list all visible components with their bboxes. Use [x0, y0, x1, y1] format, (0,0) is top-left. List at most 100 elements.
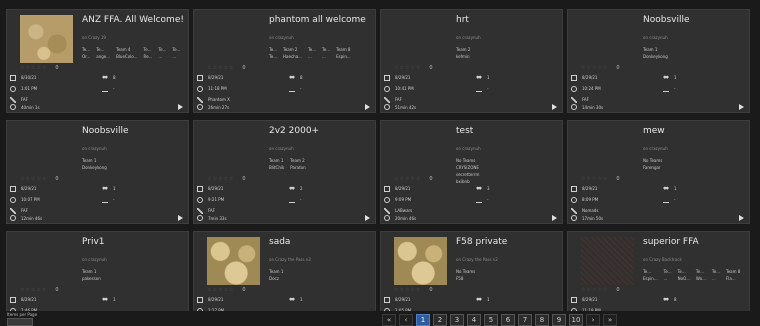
balance-value: -: [113, 86, 115, 91]
players-icon: [102, 74, 108, 81]
timer-icon: [384, 104, 390, 110]
page-button-10[interactable]: 10: [569, 314, 583, 326]
balance-icon: [476, 196, 482, 203]
play-icon[interactable]: [739, 104, 744, 110]
team-column: Team 2 Paraton: [290, 157, 305, 171]
meta-row: 9:09 PM: [384, 194, 412, 205]
rating-stars[interactable]: ☆☆☆☆☆ 0: [394, 287, 434, 293]
player-name: ...: [307, 54, 312, 59]
map-name: on crazynuh: [82, 257, 107, 262]
rating-stars[interactable]: ☆☆☆☆☆ 0: [207, 176, 247, 182]
duration: 14min 30s: [571, 104, 603, 110]
calendar-icon: [571, 74, 577, 81]
player-name: kefmin: [456, 54, 470, 59]
balance-value: -: [487, 197, 489, 202]
replay-card[interactable]: hrt on crazynuh Team 2 kefmin ☆☆☆☆☆ 0 8/29/21 1…: [380, 9, 563, 113]
play-icon[interactable]: [552, 215, 557, 221]
meta-row: 9:21 PM: [197, 194, 224, 205]
page-button-5[interactable]: 5: [484, 314, 498, 326]
play-icon[interactable]: [178, 215, 183, 221]
meta-row: -: [102, 83, 116, 94]
rating-stars[interactable]: ☆☆☆☆☆ 0: [20, 176, 60, 182]
page-button-9[interactable]: 9: [552, 314, 566, 326]
player-count: 8: [300, 75, 303, 80]
rating-stars[interactable]: ☆☆☆☆☆ 0: [581, 176, 621, 182]
stars-icon: ☆☆☆☆☆: [394, 176, 422, 182]
play-icon[interactable]: [178, 104, 183, 110]
team-column: Team 1 Donkeykong: [82, 157, 107, 171]
next-page-button[interactable]: ›: [586, 314, 600, 326]
rating-stars[interactable]: ☆☆☆☆☆ 0: [20, 65, 60, 71]
player-name: CRYSIZONE: [456, 165, 479, 170]
calendar-icon: [197, 296, 203, 303]
rating-stars[interactable]: ☆☆☆☆☆ 0: [394, 65, 434, 71]
team-column: Team 8 Fla...: [726, 268, 740, 282]
rating-stars[interactable]: ☆☆☆☆☆ 0: [207, 287, 247, 293]
team-column: Te......: [712, 268, 720, 282]
stars-icon: ☆☆☆☆☆: [207, 65, 235, 71]
first-page-button[interactable]: «: [382, 314, 396, 326]
replay-card[interactable]: Noobsville on crazynuh Team 1 Donkeykong ☆☆☆…: [567, 9, 750, 113]
rating-stars[interactable]: ☆☆☆☆☆ 0: [20, 287, 60, 293]
team-column: Team 1 Donkeykong: [643, 46, 668, 60]
replay-card[interactable]: sada on Crazy the Pass v3 Team 1 Docz ☆☆☆☆☆ 0…: [193, 231, 376, 320]
replay-title: phantom all welcome: [269, 15, 366, 25]
meta-row: 8/29/21: [197, 183, 224, 194]
page-button-4[interactable]: 4: [467, 314, 481, 326]
rating-value: 0: [55, 176, 60, 182]
page-button-2[interactable]: 2: [433, 314, 447, 326]
clock-icon: [384, 196, 390, 203]
map-name: on crazynuh: [269, 35, 294, 40]
balance-icon: [289, 196, 295, 203]
map-name: on Crazy Backtrack: [643, 257, 682, 262]
duration: 51min 42s: [384, 104, 416, 110]
player-name: Wa...: [695, 276, 706, 281]
page-button-1[interactable]: 1: [416, 314, 430, 326]
replay-meta-right: 3-: [476, 183, 490, 205]
balance-value: -: [300, 197, 302, 202]
last-page-button[interactable]: »: [603, 314, 617, 326]
page-button-6[interactable]: 6: [501, 314, 515, 326]
player-count: 1: [487, 297, 490, 302]
replay-card[interactable]: phantom all welcome on crazynuh Te... Te...…: [193, 9, 376, 113]
meta-row: -: [663, 194, 677, 205]
replay-meta: 8/29/21 8:09 PM Nomads: [571, 183, 598, 216]
page-button-7[interactable]: 7: [518, 314, 532, 326]
play-icon[interactable]: [365, 215, 370, 221]
rating-stars[interactable]: ☆☆☆☆☆ 0: [207, 65, 247, 71]
rating-stars[interactable]: ☆☆☆☆☆ 0: [394, 176, 434, 182]
play-icon[interactable]: [552, 104, 557, 110]
team-list: Team 1 pakesson: [82, 268, 107, 282]
prev-page-button[interactable]: ‹: [399, 314, 413, 326]
replay-card[interactable]: F58 private on Crazy the Pass v2 No Teams F…: [380, 231, 563, 320]
team-column: Te... Or...: [82, 46, 90, 60]
rating-stars[interactable]: ☆☆☆☆☆ 0: [581, 65, 621, 71]
player-name: ...: [158, 54, 163, 59]
replay-card[interactable]: Priv1 on crazynuh Team 1 pakesson ☆☆☆☆☆ 0 8/29…: [6, 231, 189, 320]
replay-card[interactable]: test on crazynuh No Teams CRYSIZONE secrette…: [380, 120, 563, 224]
game-mode: FAF: [21, 208, 28, 213]
page-button-8[interactable]: 8: [535, 314, 549, 326]
play-icon[interactable]: [739, 215, 744, 221]
clock-icon: [571, 85, 577, 92]
meta-row: 8/29/21: [384, 72, 414, 83]
stars-icon: ☆☆☆☆☆: [581, 287, 609, 293]
player-name: Or...: [82, 54, 91, 59]
page-button-3[interactable]: 3: [450, 314, 464, 326]
duration-value: 20min 46s: [395, 215, 417, 221]
duration-value: 14min 30s: [582, 104, 604, 110]
team-name: Team 1: [269, 269, 284, 274]
rating-stars[interactable]: ☆☆☆☆☆ 0: [581, 287, 621, 293]
replay-card[interactable]: mew on crazynuh No Teams Farengar ☆☆☆☆☆ 0 8/29…: [567, 120, 750, 224]
replay-card[interactable]: 2v2 2000+ on crazynuh Team 1 BlitChik Team 2…: [193, 120, 376, 224]
team-name: Te...: [158, 47, 167, 52]
replay-card[interactable]: superior FFA on Crazy Backtrack Te... Espin…: [567, 231, 750, 320]
meta-row: 8/29/21: [384, 294, 411, 305]
items-per-page-select[interactable]: [7, 318, 33, 326]
team-name: Te...: [711, 269, 720, 274]
replay-card[interactable]: ANZ FFA. All Welcome! on Crazy 19 Te... Or.…: [6, 9, 189, 113]
play-icon[interactable]: [365, 104, 370, 110]
replay-meta: 8/29/21 9:09 PM LABwars: [384, 183, 412, 216]
meta-row: 2: [289, 183, 303, 194]
replay-card[interactable]: Noobsville on crazynuh Team 1 Donkeykong ☆☆☆…: [6, 120, 189, 224]
